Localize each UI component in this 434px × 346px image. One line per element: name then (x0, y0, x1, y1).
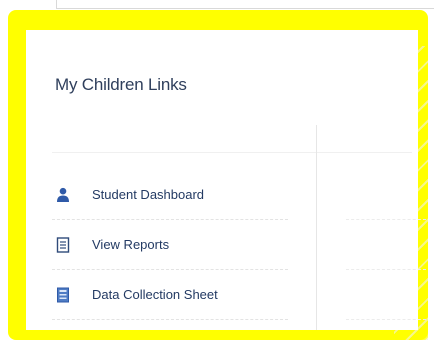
link-view-reports[interactable]: View Reports (52, 220, 288, 270)
column-divider (316, 125, 317, 330)
right-column (346, 170, 426, 320)
document-icon (56, 236, 70, 253)
link-label[interactable]: View Reports (92, 237, 169, 252)
link-label[interactable]: Data Collection Sheet (92, 287, 218, 302)
sheet-icon (56, 287, 70, 303)
link-label[interactable]: Student Dashboard (92, 187, 204, 202)
right-column-row (346, 170, 426, 220)
links-list: Student Dashboard View Reports Data Coll… (52, 170, 288, 320)
title-divider (52, 152, 412, 153)
right-column-row (346, 220, 426, 270)
panel-title: My Children Links (55, 75, 187, 94)
top-input-strip (56, 0, 434, 9)
link-student-dashboard[interactable]: Student Dashboard (52, 170, 288, 220)
right-column-row (346, 270, 426, 320)
link-data-collection-sheet[interactable]: Data Collection Sheet (52, 270, 288, 320)
person-icon (56, 187, 70, 203)
children-links-panel: My Children Links Student Dashboard View… (26, 30, 426, 330)
